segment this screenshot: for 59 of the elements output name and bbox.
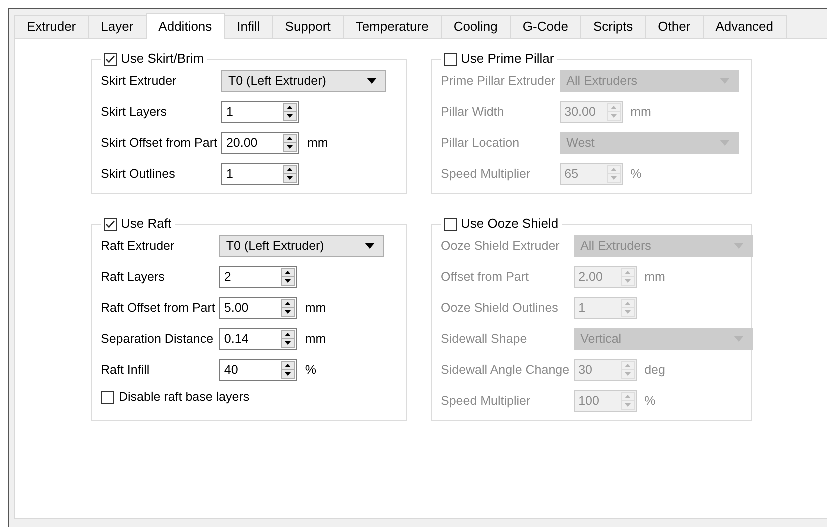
field-label: Prime Pillar Extruder xyxy=(441,72,556,90)
unit-label: mm xyxy=(305,300,326,317)
checkbox[interactable] xyxy=(101,390,114,404)
field-label: Speed Multiplier xyxy=(441,166,532,183)
spin-arrows-icon[interactable] xyxy=(283,103,298,121)
dropdown[interactable]: T0 (Left Extruder) xyxy=(219,235,384,257)
unit-label: mm xyxy=(307,134,328,152)
unit-label: % xyxy=(630,166,642,183)
spin-box[interactable]: 1 xyxy=(221,101,300,123)
unit-label: mm xyxy=(305,330,326,348)
field-label: Raft Extruder xyxy=(101,238,176,255)
unit-label: deg xyxy=(644,362,666,379)
field-label: Raft Layers xyxy=(101,268,166,286)
checkbox[interactable] xyxy=(104,52,117,66)
unit-label: mm xyxy=(644,268,666,286)
field-label: Skirt Outlines xyxy=(101,166,176,183)
checkbox-label[interactable]: Use Skirt/Brim xyxy=(121,51,204,67)
field-label: Ooze Shield Extruder xyxy=(441,238,561,255)
checkbox-label[interactable]: Use Ooze Shield xyxy=(461,216,559,232)
checkbox-label[interactable]: Disable raft base layers xyxy=(119,388,250,407)
field-label: Sidewall Shape xyxy=(441,330,528,348)
field-label: Pillar Location xyxy=(441,134,521,152)
dropdown[interactable]: T0 (Left Extruder) xyxy=(221,70,386,92)
spin-arrows-icon[interactable] xyxy=(283,165,298,183)
field-label: Skirt Extruder xyxy=(101,72,178,90)
spin-box[interactable]: 20.00 xyxy=(221,132,300,154)
field-label: Separation Distance xyxy=(101,330,215,348)
checkbox-label[interactable]: Use Raft xyxy=(121,216,172,232)
spin-box[interactable]: 40 xyxy=(219,359,298,381)
checkbox[interactable] xyxy=(444,218,457,230)
field-label: Ooze Shield Outlines xyxy=(441,300,560,317)
spin-arrows-icon[interactable] xyxy=(281,268,296,286)
spin-box[interactable]: 2 xyxy=(219,266,298,288)
field-label: Pillar Width xyxy=(441,104,506,121)
spin-arrows-icon[interactable] xyxy=(281,299,296,317)
field-label: Skirt Layers xyxy=(101,104,168,121)
spin-arrows-icon[interactable] xyxy=(283,134,298,152)
caret-icon xyxy=(367,78,378,84)
tab[interactable]: Advanced xyxy=(702,15,787,38)
field-label: Skirt Offset from Part xyxy=(101,134,218,152)
spin-arrows-icon[interactable] xyxy=(281,361,296,379)
field-label: Raft Infill xyxy=(101,362,151,379)
field-label: Offset from Part xyxy=(441,268,530,286)
spin-arrows-icon[interactable] xyxy=(281,330,296,348)
checkbox-label[interactable]: Use Prime Pillar xyxy=(461,51,554,67)
field-label: Raft Offset from Part xyxy=(101,300,216,317)
spin-box[interactable]: 5.00 xyxy=(219,297,298,319)
field-label: Speed Multiplier xyxy=(441,392,532,410)
spin-box[interactable]: 1 xyxy=(221,163,300,185)
unit-label: mm xyxy=(630,104,652,121)
spin-box[interactable]: 0.14 xyxy=(219,328,298,350)
unit-label: % xyxy=(305,362,317,379)
tab[interactable]: Additions xyxy=(146,13,226,39)
caret-icon xyxy=(365,243,376,249)
unit-label: % xyxy=(644,392,656,410)
tab[interactable]: Extruder xyxy=(14,15,90,38)
field-label: Sidewall Angle Change xyxy=(441,362,570,379)
checkbox[interactable] xyxy=(444,52,457,66)
checkbox[interactable] xyxy=(104,218,117,230)
